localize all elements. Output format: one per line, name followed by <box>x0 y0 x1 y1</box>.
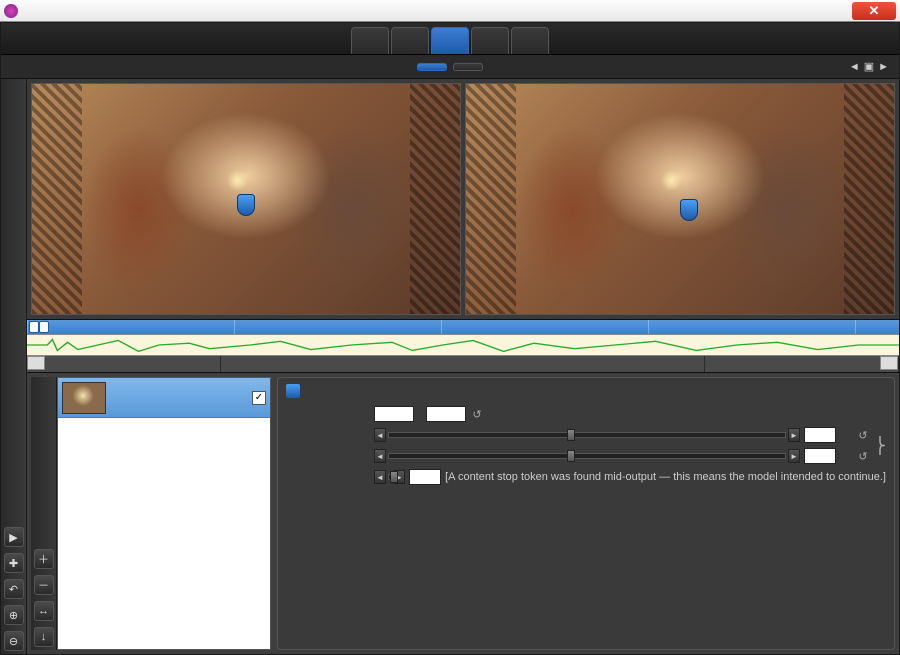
reset-icon[interactable]: ↺ <box>856 428 870 442</box>
pan-y-input[interactable] <box>426 406 466 422</box>
layers-sidebar: ＋ － ↔ ↓ <box>31 377 57 650</box>
segment-slide-time <box>221 356 705 372</box>
zoomx-input[interactable] <box>804 427 836 443</box>
arrow-right-icon[interactable]: ► <box>788 449 800 463</box>
pan-x-input[interactable] <box>374 406 414 422</box>
preview-row <box>27 79 899 319</box>
tick <box>855 320 899 334</box>
rotate-input[interactable] <box>409 469 441 485</box>
cut-right[interactable] <box>880 356 898 370</box>
layer-visible-checkbox[interactable]: ✓ <box>252 391 266 405</box>
tick <box>27 320 234 334</box>
arrow-left-icon[interactable]: ◄ <box>374 470 386 484</box>
tab-captions[interactable] <box>471 27 509 54</box>
undo-button[interactable]: ↶ <box>4 579 24 599</box>
cut-left[interactable] <box>27 356 45 370</box>
arrow-left-icon[interactable]: ◄ <box>374 428 386 442</box>
subtab-copy-icon[interactable]: ▣ <box>864 60 874 73</box>
layer-move-h-button[interactable]: ↔ <box>34 601 54 621</box>
layer-add-button[interactable]: ＋ <box>34 549 54 569</box>
segment-transition-out <box>705 356 899 372</box>
arrow-left-icon[interactable]: ◄ <box>374 449 386 463</box>
tab-effects[interactable] <box>431 27 469 54</box>
zoomy-input[interactable] <box>804 448 836 464</box>
layer-thumbnail <box>62 382 106 414</box>
preview-end[interactable] <box>465 83 895 315</box>
preview-start[interactable] <box>31 83 461 315</box>
zoom-out-button[interactable]: ⊖ <box>4 631 24 651</box>
waveform[interactable] <box>27 334 899 356</box>
reset-icon[interactable]: ↺ <box>470 407 484 421</box>
subtab-motion-effects[interactable] <box>417 63 447 71</box>
timeline <box>27 319 899 373</box>
tab-layers[interactable] <box>391 27 429 54</box>
subtab-next-icon[interactable]: ► <box>878 61 889 73</box>
main-tabs <box>1 23 899 55</box>
timeline-ruler[interactable] <box>27 320 899 334</box>
arrow-right-icon[interactable]: ► <box>788 428 800 442</box>
close-button[interactable]: ✕ <box>852 2 896 20</box>
sub-tabs: ◄ ▣ ► <box>1 55 899 79</box>
starting-position-panel: ↺ ◄ ► <box>277 377 895 650</box>
layers-list: ✓ <box>57 377 271 650</box>
tick <box>648 320 855 334</box>
segment-transition-in <box>27 356 221 372</box>
layer-item[interactable]: ✓ <box>58 378 270 418</box>
subtab-adjustment-effects[interactable] <box>453 63 483 71</box>
keyframe-marker-2[interactable] <box>680 199 698 221</box>
layer-remove-button[interactable]: － <box>34 575 54 595</box>
keyframes-sidebar: ▶ ✚ ↶ ⊕ ⊖ <box>1 79 27 654</box>
subtab-prev-icon[interactable]: ◄ <box>849 61 860 73</box>
link-zoom-icon[interactable]: ⎬ <box>874 436 886 456</box>
tab-slide[interactable] <box>351 27 389 54</box>
titlebar: ✕ <box>0 0 900 22</box>
app-icon <box>4 4 18 18</box>
reset-icon[interactable]: ↺ <box>856 449 870 463</box>
zoom-in-button[interactable]: ⊕ <box>4 605 24 625</box>
zoomx-slider[interactable] <box>388 432 786 438</box>
add-keyframe-button[interactable]: ✚ <box>4 553 24 573</box>
zoomy-slider[interactable] <box>388 453 786 459</box>
tab-sounds[interactable] <box>511 27 549 54</box>
preview-image <box>466 84 894 314</box>
play-button[interactable]: ▶ <box>4 527 24 547</box>
tick <box>234 320 441 334</box>
badge-1 <box>286 384 300 398</box>
rotate-slider[interactable] <box>388 474 391 480</box>
tick <box>441 320 648 334</box>
layer-move-down-button[interactable]: ↓ <box>34 627 54 647</box>
